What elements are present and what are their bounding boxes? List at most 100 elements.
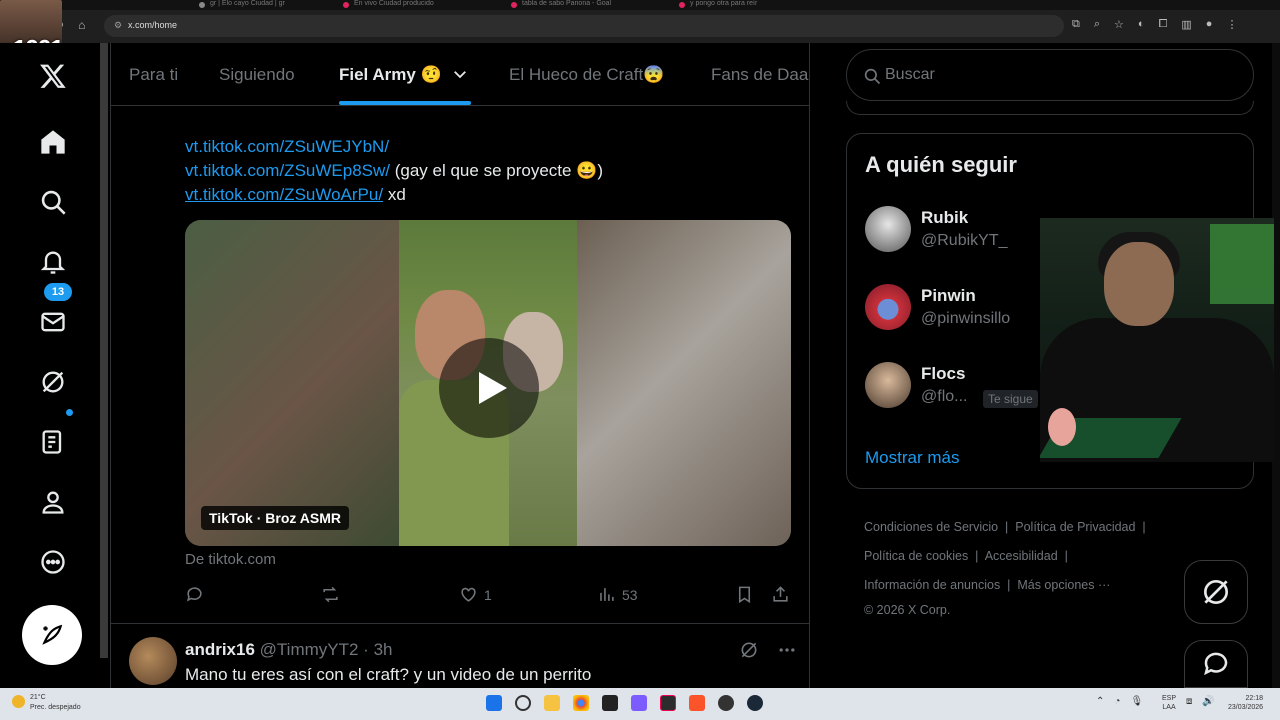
explore-search-icon[interactable] xyxy=(36,185,70,219)
avatar[interactable] xyxy=(129,637,177,685)
messages-mail-icon[interactable] xyxy=(36,305,70,339)
who-to-follow-title: A quién seguir xyxy=(865,152,1017,177)
language-indicator[interactable]: ESP LAA xyxy=(1162,694,1176,712)
more-options-icon[interactable] xyxy=(36,545,70,579)
follows-you-badge: Te sigue xyxy=(983,390,1038,408)
windows-start-icon[interactable] xyxy=(486,695,502,711)
home-nav-icon[interactable] xyxy=(36,125,70,159)
search-placeholder: Buscar xyxy=(885,66,935,83)
footer-link[interactable]: Más opciones ··· xyxy=(1017,578,1110,592)
video-blur-left xyxy=(185,220,399,546)
feed-tabs: Para ti Siguiendo Fiel Army 🤨 El Hueco d… xyxy=(111,43,809,106)
more-dots-icon[interactable] xyxy=(777,640,797,665)
clock-date: 23/03/2026 xyxy=(1228,704,1264,711)
system-clock[interactable]: 22:18 23/03/2026 xyxy=(1228,694,1263,712)
weather-widget[interactable]: 21°C Prec. despejado xyxy=(12,693,81,713)
avatar[interactable] xyxy=(865,284,911,330)
grok-icon[interactable] xyxy=(739,640,759,665)
grok-icon xyxy=(1204,580,1228,604)
grok-icon[interactable] xyxy=(36,365,70,399)
footer-link[interactable]: Política de Privacidad xyxy=(1015,520,1135,534)
heart-icon xyxy=(461,587,476,602)
notifications-bell-icon[interactable] xyxy=(36,245,70,279)
microphone-icon[interactable]: 🎙 xyxy=(1130,696,1143,707)
file-explorer-icon[interactable] xyxy=(544,695,560,711)
site-settings-icon[interactable]: ⚙ xyxy=(114,20,122,31)
media-source-label: TikTok · Broz ASMR xyxy=(201,506,349,530)
tray-app-icon[interactable]: ◔ xyxy=(1114,696,1120,707)
left-scrollbar[interactable] xyxy=(100,43,108,658)
brave-icon[interactable] xyxy=(689,695,705,711)
tweet-text: vt.tiktok.com/ZSuWEJYbN/ vt.tiktok.com/Z… xyxy=(185,135,603,207)
profile-icon[interactable]: ● xyxy=(1206,18,1213,31)
browser-tab[interactable]: y pongo otra para reír xyxy=(676,0,816,10)
volume-icon[interactable]: 🔊 xyxy=(1202,696,1214,707)
footer-link[interactable]: Información de anuncios xyxy=(864,578,1000,592)
lists-icon[interactable] xyxy=(36,425,70,459)
browser-tab[interactable]: gr | Elo cayo Ciudad | gr xyxy=(196,0,331,10)
tab-fiel-army[interactable]: Fiel Army 🤨 xyxy=(339,65,442,85)
lang-code: ESP xyxy=(1162,695,1177,702)
grok-float-button[interactable] xyxy=(1184,560,1248,624)
home-icon[interactable]: ⌂ xyxy=(78,18,85,32)
bookmark-star-icon[interactable]: ☆ xyxy=(1114,18,1124,31)
user-name[interactable]: Pinwin xyxy=(921,286,976,306)
obs-icon[interactable] xyxy=(718,695,734,711)
network-icon[interactable]: ⧈ xyxy=(1186,696,1192,707)
like-button[interactable]: 1 xyxy=(459,585,492,604)
chat-bubble-icon xyxy=(1204,652,1228,676)
app-icon[interactable] xyxy=(660,695,676,711)
terminal-icon[interactable] xyxy=(602,695,618,711)
tab-hueco-de-craft[interactable]: El Hueco de Craft😨 xyxy=(509,65,664,85)
steam-icon[interactable] xyxy=(747,695,763,711)
footer-link[interactable]: Política de cookies xyxy=(864,549,968,563)
webcam-background xyxy=(1210,224,1274,304)
tiktok-link-3[interactable]: vt.tiktok.com/ZSuWoArPu/ xyxy=(185,185,383,204)
active-tab-indicator xyxy=(339,101,471,105)
link-source[interactable]: De tiktok.com xyxy=(185,551,276,568)
profile-person-icon[interactable] xyxy=(36,485,70,519)
taskbar-search-icon[interactable] xyxy=(515,695,531,711)
search-input[interactable]: Buscar xyxy=(846,49,1254,101)
footer-link[interactable]: Accesibilidad xyxy=(985,549,1058,563)
analytics-icon xyxy=(600,588,614,601)
show-more-link[interactable]: Mostrar más xyxy=(865,448,959,468)
author-handle[interactable]: @TimmyYT2 · 3h xyxy=(260,640,393,659)
tray-chevron-icon[interactable]: ⌃ xyxy=(1096,696,1104,707)
extension-icon[interactable]: ◐ xyxy=(1138,18,1145,31)
bookmark-icon[interactable] xyxy=(735,585,754,604)
tab-siguiendo[interactable]: Siguiendo xyxy=(219,65,295,85)
author-name[interactable]: andrix16 xyxy=(185,640,255,659)
repost-icon[interactable] xyxy=(321,585,340,604)
chevron-down-icon[interactable] xyxy=(451,65,469,86)
sidepanel-icon[interactable]: ▥ xyxy=(1181,18,1191,31)
compose-post-button[interactable] xyxy=(22,605,82,665)
extensions-icon[interactable]: ⧠ xyxy=(1159,18,1168,31)
user-handle: @flo... xyxy=(921,388,968,405)
user-name[interactable]: Flocs xyxy=(921,364,965,384)
tab-fans-de-daa[interactable]: Fans de Daa xyxy=(711,65,808,85)
avatar[interactable] xyxy=(865,206,911,252)
messages-float-button[interactable] xyxy=(1184,640,1248,688)
install-icon[interactable]: ⧉ xyxy=(1072,18,1080,31)
tiktok-link-2[interactable]: vt.tiktok.com/ZSuWEp8Sw/ xyxy=(185,161,390,180)
footer-link[interactable]: Condiciones de Servicio xyxy=(864,520,998,534)
play-button-icon[interactable] xyxy=(439,338,539,438)
avatar[interactable] xyxy=(865,362,911,408)
zoom-icon[interactable]: ⌕ xyxy=(1094,18,1100,31)
user-name[interactable]: Rubik xyxy=(921,208,968,228)
chrome-icon[interactable] xyxy=(573,695,589,711)
video-media-card[interactable]: TikTok · Broz ASMR xyxy=(185,220,791,546)
webcam-overlay xyxy=(1040,218,1274,462)
browser-tab[interactable]: tabla de sabo Pariona - Goal xyxy=(508,0,648,10)
views-button[interactable]: 53 xyxy=(597,585,638,604)
browser-tab[interactable]: En vivo Ciudad producido xyxy=(340,0,480,10)
menu-icon[interactable]: ⋮ xyxy=(1226,18,1237,31)
tab-para-ti[interactable]: Para ti xyxy=(129,65,178,85)
address-bar[interactable]: ⚙ x.com/home xyxy=(104,15,1064,37)
discord-icon[interactable] xyxy=(631,695,647,711)
reply-icon[interactable] xyxy=(185,585,204,604)
x-logo-icon[interactable] xyxy=(36,59,70,93)
share-icon[interactable] xyxy=(771,585,790,604)
tiktok-link-1[interactable]: vt.tiktok.com/ZSuWEJYbN/ xyxy=(185,137,389,156)
